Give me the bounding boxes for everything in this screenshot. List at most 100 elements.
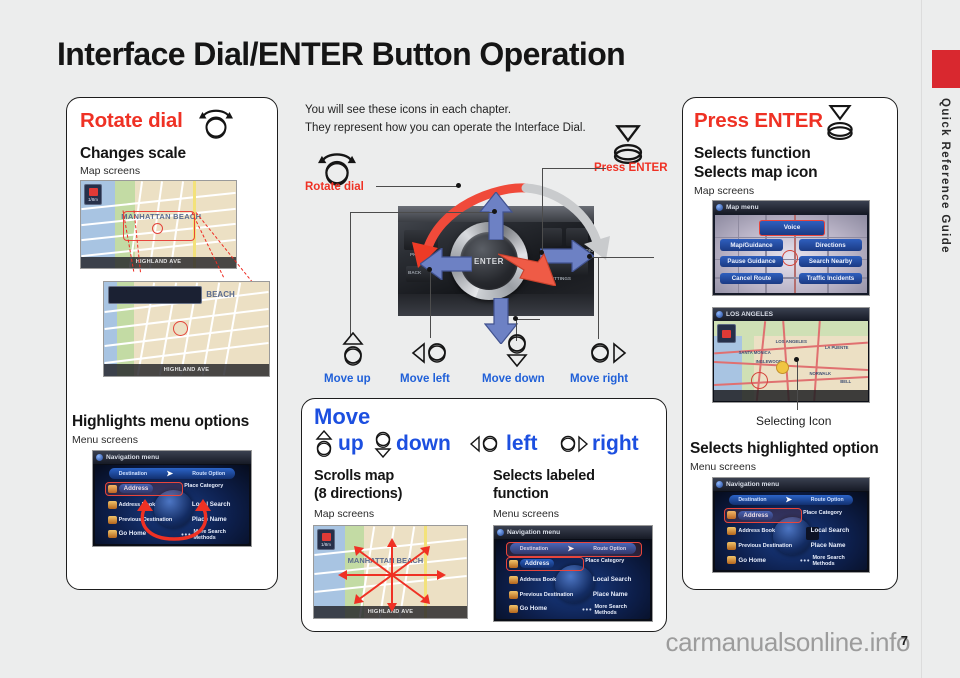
changes-scale-title: Changes scale: [80, 145, 186, 162]
previous-destination-icon-3: [727, 542, 737, 551]
nav-menu-screen-left: Navigation menu Destination ➤ Route Opti…: [92, 450, 252, 547]
menu-item-more-search-methods-2[interactable]: ••• More Search Methods: [582, 604, 649, 616]
page-title: Interface Dial/ENTER Button Operation: [57, 36, 626, 72]
los-angeles-map-screen: LOS ANGELES LOS ANGELES SANTA MONICA ING…: [712, 307, 870, 403]
tab-route-option-3[interactable]: Route Option: [811, 497, 844, 503]
press-enter-icon-diagram: [613, 125, 643, 164]
menu-item-previous-destination-2[interactable]: Previous Destination: [508, 590, 573, 599]
map-menu-screen: Map menu Voice Map/Guidance Pause Guidan…: [712, 200, 870, 296]
map-menu-button-search-nearby[interactable]: Search Nearby: [798, 255, 863, 268]
tab-destination[interactable]: Destination: [119, 471, 147, 477]
map-menu-button-voice[interactable]: Voice: [759, 219, 825, 236]
more-dots-icon-3: •••: [800, 557, 811, 565]
leader-moveup-v: [350, 212, 352, 337]
scrolls-map-subtitle: Map screens: [314, 508, 375, 520]
map-street-bar: HIGHLAND AVE: [81, 256, 236, 268]
highlighted-option-box-2: [505, 556, 585, 572]
leader-enter-h: [542, 168, 606, 170]
map-menu-button-cancel-route[interactable]: Cancel Route: [719, 272, 784, 285]
highlights-menu-title: Highlights menu options: [72, 413, 250, 430]
menu-item-place-name-3[interactable]: Place Name: [811, 542, 846, 549]
map-street-bar-2: HIGHLAND AVE: [104, 363, 269, 376]
menu-item-go-home-2[interactable]: Go Home: [508, 604, 547, 613]
address-book-icon: [107, 500, 117, 509]
nav-menu-screen-move: Navigation menu Destination ➤ Route Opti…: [493, 525, 653, 622]
map-menu-button-pause-guidance[interactable]: Pause Guidance: [719, 255, 784, 268]
map-menu-button-map-guidance[interactable]: Map/Guidance: [719, 239, 784, 251]
move-left-caption: Move left: [400, 373, 450, 385]
changes-scale-subtitle: Map screens: [80, 165, 141, 177]
map-scale-badge: 1/8m: [84, 184, 102, 205]
la-label-1: SANTA MONICA: [738, 349, 771, 355]
screen-title-text-3: Map menu: [726, 204, 759, 212]
move-left-icon: [411, 342, 446, 364]
nav-tabs-3[interactable]: Destination ➤ Route Option: [728, 495, 854, 506]
move-right-icon-inline: [560, 435, 589, 453]
menu-item-place-category-3[interactable]: Place Category: [803, 510, 842, 516]
leader-dot-rotate: [456, 183, 461, 188]
selects-labeled-title-1: Selects labeled: [493, 468, 595, 484]
menu-item-place-category[interactable]: Place Category: [184, 483, 223, 489]
map-screen-scroll: MANHATTAN BEACH 1/8m HIGHLAND AVE: [313, 525, 468, 619]
move-up-label: up: [338, 432, 364, 455]
highlighted-tabs-box: [505, 541, 643, 558]
highlighted-option-box-3: [724, 508, 803, 523]
scrolls-map-title-2: (8 directions): [314, 486, 403, 502]
rotate-dial-caption: Rotate dial: [305, 181, 364, 193]
side-tab-label: Quick Reference Guide: [939, 98, 951, 254]
leader-rotate: [376, 186, 460, 188]
selects-labeled-subtitle: Menu screens: [493, 508, 559, 520]
intro-line-2: They represent how you can operate the I…: [305, 122, 586, 134]
home-icon: [107, 529, 117, 538]
menu-item-go-home-3[interactable]: Go Home: [727, 556, 766, 565]
menu-item-local-search-3[interactable]: Local Search: [811, 527, 850, 534]
highlights-menu-subtitle: Menu screens: [72, 434, 138, 446]
map-menu-button-directions[interactable]: Directions: [798, 239, 863, 251]
move-right-icon: [591, 342, 627, 364]
eight-direction-arrows: [338, 538, 446, 612]
selects-labeled-title-2: function: [493, 486, 549, 502]
leader-moveleft-v: [430, 270, 432, 338]
page-number: 7: [900, 633, 908, 648]
leader-moveup: [350, 212, 496, 214]
leader-moveright-h: [590, 257, 654, 259]
la-label-0: LOS ANGELES: [775, 338, 807, 344]
nav-logo-icon-5: [716, 481, 723, 489]
menu-item-place-name-2[interactable]: Place Name: [593, 591, 628, 598]
screen-title-text-5: Navigation menu: [726, 481, 780, 489]
press-enter-icon: [827, 105, 853, 140]
leader-movedown-h: [516, 319, 540, 321]
more-dots-icon-2: •••: [582, 606, 593, 614]
menu-item-address-book-3[interactable]: Address Book: [727, 527, 775, 536]
screen-titlebar-5: Navigation menu: [713, 478, 869, 492]
menu-item-previous-destination-3[interactable]: Previous Destination: [727, 542, 792, 551]
leader-moveright-v: [598, 257, 600, 339]
previous-destination-icon-2: [508, 590, 518, 599]
leader-dot-moveleft: [427, 267, 432, 272]
move-left-label: left: [506, 432, 538, 455]
selects-function-subtitle: Map screens: [694, 185, 755, 197]
watermark: carmanualsonline.info: [665, 627, 910, 657]
tab-arrow-icon-3: ➤: [785, 495, 793, 505]
tab-route-option[interactable]: Route Option: [192, 471, 225, 477]
menu-item-place-category-2[interactable]: Place Category: [585, 558, 624, 564]
screen-title-text-2: Navigation menu: [507, 529, 561, 537]
arrow-up-overlay: [478, 192, 514, 240]
move-down-caption: Move down: [482, 373, 545, 385]
map-scale-value: 1/8m: [88, 196, 98, 202]
selecting-icon-caption: Selecting Icon: [756, 414, 832, 428]
section-color-tab: [932, 50, 960, 88]
map-menu-button-traffic-incidents[interactable]: Traffic Incidents: [798, 272, 863, 285]
screen-titlebar-3: Map menu: [713, 201, 869, 215]
selects-highlighted-title: Selects highlighted option: [690, 440, 879, 457]
menu-item-address-book-2[interactable]: Address Book: [508, 575, 556, 584]
menu-item-more-search-methods-3[interactable]: ••• More Search Methods: [800, 555, 867, 567]
intro-line-1: You will see these icons in each chapter…: [305, 104, 512, 116]
menu-item-local-search-2[interactable]: Local Search: [593, 576, 632, 583]
scrolls-map-title-1: Scrolls map: [314, 468, 394, 484]
rotate-indicator-arrows: [137, 498, 212, 541]
leader-dot-selecting-icon: [794, 357, 799, 362]
move-heading: Move: [314, 404, 371, 429]
tab-destination-3[interactable]: Destination: [738, 497, 766, 503]
nav-tabs[interactable]: Destination ➤ Route Option: [109, 468, 235, 479]
